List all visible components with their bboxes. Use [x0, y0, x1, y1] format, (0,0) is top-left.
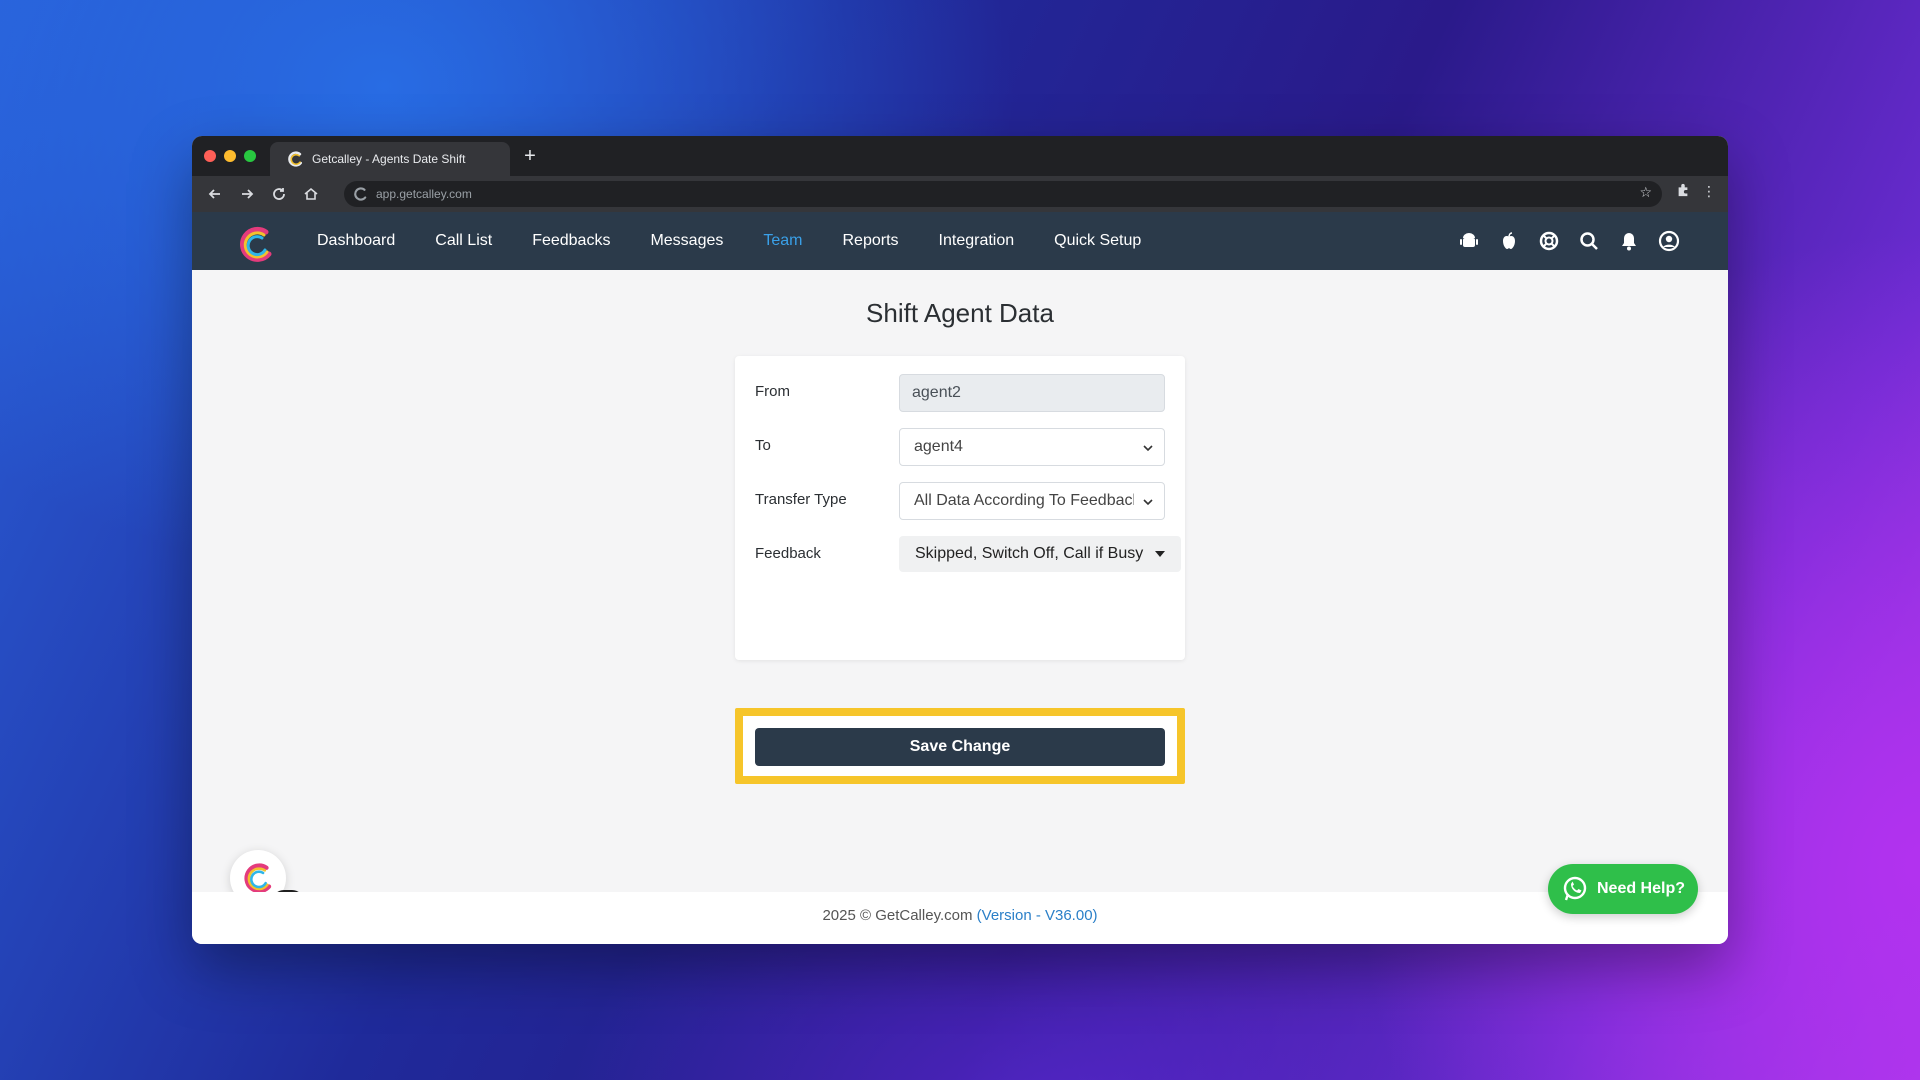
- nav-dashboard[interactable]: Dashboard: [297, 212, 415, 270]
- forward-icon[interactable]: [236, 183, 258, 205]
- user-account-icon[interactable]: [1658, 230, 1680, 252]
- transfer-type-label: Transfer Type: [755, 491, 847, 508]
- site-logo-icon: [354, 187, 367, 201]
- to-label: To: [755, 437, 771, 454]
- nav-reports[interactable]: Reports: [823, 212, 919, 270]
- getcalley-logo-icon: [288, 151, 302, 167]
- browser-tab[interactable]: Getcalley - Agents Date Shift: [270, 142, 510, 176]
- caret-down-icon: [1155, 551, 1165, 557]
- whatsapp-icon: [1563, 876, 1587, 901]
- nav-icon-group: [1458, 230, 1680, 252]
- browser-window: Getcalley - Agents Date Shift + app.getc…: [192, 136, 1728, 944]
- tab-title: Getcalley - Agents Date Shift: [312, 152, 466, 166]
- maximize-window-button[interactable]: [244, 150, 256, 162]
- main-nav: Dashboard Call List Feedbacks Messages T…: [297, 212, 1161, 270]
- bookmark-star-icon[interactable]: ☆: [1639, 184, 1652, 201]
- need-help-button[interactable]: Need Help?: [1548, 864, 1698, 914]
- footer-copyright: 2025 © GetCalley.com: [822, 907, 973, 924]
- minimize-window-button[interactable]: [224, 150, 236, 162]
- apple-icon[interactable]: [1498, 230, 1520, 252]
- to-select[interactable]: agent4: [899, 428, 1165, 466]
- new-tab-button[interactable]: +: [518, 144, 542, 168]
- transfer-type-value: All Data According To Feedback: [914, 492, 1134, 509]
- browser-toolbar: app.getcalley.com ☆ ⋮: [192, 176, 1728, 212]
- nav-team[interactable]: Team: [743, 212, 822, 270]
- page-footer: 2025 © GetCalley.com (Version - V36.00): [192, 892, 1728, 944]
- browser-tabbar: Getcalley - Agents Date Shift +: [192, 136, 1728, 176]
- footer-version-link[interactable]: (Version - V36.00): [977, 907, 1098, 924]
- reload-icon[interactable]: [268, 183, 290, 205]
- window-controls: [204, 150, 256, 162]
- save-button-highlight: Save Change: [735, 708, 1185, 784]
- feedback-label: Feedback: [755, 545, 821, 562]
- address-bar[interactable]: app.getcalley.com ☆: [344, 181, 1662, 207]
- page-content: Shift Agent Data From agent2 To agent4 T…: [192, 270, 1728, 944]
- search-icon[interactable]: [1578, 230, 1600, 252]
- browser-menu-icon[interactable]: ⋮: [1702, 183, 1716, 200]
- extensions-icon[interactable]: [1676, 183, 1690, 200]
- feedback-selected-values: Skipped, Switch Off, Call if Busy: [915, 545, 1144, 562]
- home-icon[interactable]: [300, 183, 322, 205]
- nav-call-list[interactable]: Call List: [415, 212, 512, 270]
- save-change-button[interactable]: Save Change: [755, 728, 1165, 766]
- android-icon[interactable]: [1458, 230, 1480, 252]
- chevron-down-icon: [1143, 445, 1153, 452]
- chevron-down-icon: [1143, 499, 1153, 506]
- close-window-button[interactable]: [204, 150, 216, 162]
- to-select-value: agent4: [914, 438, 963, 455]
- nav-feedbacks[interactable]: Feedbacks: [512, 212, 630, 270]
- from-field[interactable]: agent2: [899, 374, 1165, 412]
- url-text: app.getcalley.com: [376, 187, 472, 201]
- nav-messages[interactable]: Messages: [630, 212, 743, 270]
- app-navbar: Dashboard Call List Feedbacks Messages T…: [192, 212, 1728, 270]
- bell-icon[interactable]: [1618, 230, 1640, 252]
- from-label: From: [755, 383, 790, 400]
- back-icon[interactable]: [204, 183, 226, 205]
- transfer-type-select[interactable]: All Data According To Feedback: [899, 482, 1165, 520]
- page-title: Shift Agent Data: [866, 298, 1054, 328]
- shift-agent-form: From agent2 To agent4 Transfer Type All …: [735, 356, 1185, 660]
- nav-integration[interactable]: Integration: [919, 212, 1035, 270]
- need-help-label: Need Help?: [1596, 880, 1685, 897]
- support-icon[interactable]: [1538, 230, 1560, 252]
- feedback-multiselect[interactable]: Skipped, Switch Off, Call if Busy: [899, 536, 1181, 572]
- getcalley-logo[interactable]: [236, 224, 276, 264]
- nav-quick-setup[interactable]: Quick Setup: [1034, 212, 1161, 270]
- getcalley-logo-icon: [244, 863, 272, 894]
